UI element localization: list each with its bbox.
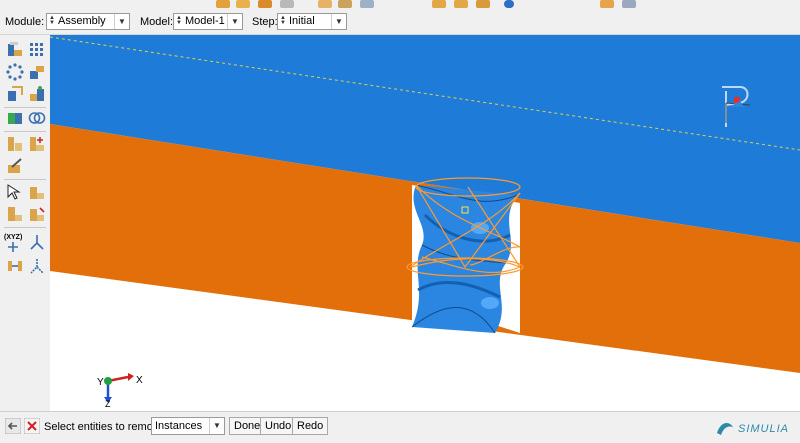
merge-cut-icon[interactable]: [6, 109, 24, 127]
chevron-down-icon: ▼: [209, 418, 224, 434]
model-value: Model-1: [185, 15, 225, 27]
tool-icon[interactable]: [318, 0, 332, 8]
module-value: Assembly: [58, 15, 106, 27]
separator: [4, 227, 46, 228]
tool-icon[interactable]: [236, 0, 250, 8]
info-icon[interactable]: [504, 0, 514, 8]
constraint-face-to-face-icon[interactable]: [28, 135, 46, 153]
prompt-text: Select entities to remove:: [44, 421, 168, 433]
selection-type-select[interactable]: Instances ▼: [151, 417, 225, 435]
triad-x-label: X: [136, 375, 143, 386]
boolean-icon[interactable]: [28, 109, 46, 127]
tool-icon[interactable]: [432, 0, 446, 8]
viewport[interactable]: X Y Z: [50, 35, 800, 411]
tool-icon[interactable]: [622, 0, 636, 8]
step-label: Step:: [252, 16, 278, 28]
prompt-area: Select entities to remove: Instances ▼ D…: [0, 411, 800, 443]
datum-point-label[interactable]: (XYZ): [4, 234, 22, 241]
constraint-edit-icon[interactable]: [6, 157, 24, 175]
constraint-edge-icon[interactable]: [28, 205, 46, 223]
context-bar: Module: ▲ ▼ Assembly ▼ Model: ▲ ▼ Model-1 …: [0, 10, 800, 35]
query-pointer-icon[interactable]: [6, 183, 24, 201]
tool-icon[interactable]: [338, 0, 352, 8]
cancel-icon[interactable]: [24, 418, 40, 434]
constraint-contact-icon[interactable]: [6, 205, 24, 223]
undo-button[interactable]: Undo: [260, 417, 297, 435]
datum-axis-icon[interactable]: [28, 233, 46, 251]
separator: [4, 107, 46, 108]
triad-y-label: Y: [97, 377, 104, 388]
translate-instance-icon[interactable]: [28, 63, 46, 81]
spin-icon: ▲ ▼: [280, 15, 286, 26]
model-label: Model:: [140, 16, 174, 28]
selection-type-value: Instances: [155, 420, 203, 432]
back-arrow-icon[interactable]: [5, 418, 21, 434]
constraint-coaxial-icon[interactable]: [28, 183, 46, 201]
chevron-down-icon: ▼: [227, 14, 242, 29]
grid-pattern-icon[interactable]: [28, 41, 46, 59]
step-select[interactable]: ▲ ▼ Initial ▼: [277, 13, 347, 30]
chevron-down-icon: ▼: [114, 14, 129, 29]
module-select[interactable]: ▲ ▼ Assembly ▼: [46, 13, 130, 30]
tool-icon[interactable]: [476, 0, 490, 8]
spin-icon: ▲ ▼: [49, 15, 55, 26]
model-canvas[interactable]: [50, 35, 800, 411]
tool-icon[interactable]: [216, 0, 230, 8]
chevron-down-icon: ▼: [331, 14, 346, 29]
translate-to-icon[interactable]: [28, 85, 46, 103]
datum-plane-icon[interactable]: [6, 257, 24, 275]
main-toolbar: [0, 0, 800, 10]
tool-icon[interactable]: [454, 0, 468, 8]
triad-z-label: Z: [105, 399, 111, 409]
tool-icon[interactable]: [258, 0, 272, 8]
ds-logo-icon: [717, 423, 733, 435]
module-label: Module:: [5, 16, 45, 28]
constraint-parallel-face-icon[interactable]: [6, 135, 24, 153]
tool-icon[interactable]: [280, 0, 294, 8]
radial-pattern-icon[interactable]: [6, 63, 24, 81]
instance-part-icon[interactable]: [6, 41, 24, 59]
spin-icon: ▲ ▼: [176, 15, 182, 26]
datum-csys-icon[interactable]: [28, 257, 46, 275]
datum-point-icon[interactable]: [6, 242, 20, 252]
tool-icon[interactable]: [360, 0, 374, 8]
rotate-instance-icon[interactable]: [6, 85, 24, 103]
separator: [4, 179, 46, 180]
model-select[interactable]: ▲ ▼ Model-1 ▼: [173, 13, 243, 30]
brand-logo-text: SIMULIA: [738, 423, 790, 435]
redo-button[interactable]: Redo: [292, 417, 329, 435]
tool-icon[interactable]: [600, 0, 614, 8]
step-value: Initial: [289, 15, 315, 27]
separator: [4, 131, 46, 132]
toolbox: (XYZ): [0, 35, 50, 411]
